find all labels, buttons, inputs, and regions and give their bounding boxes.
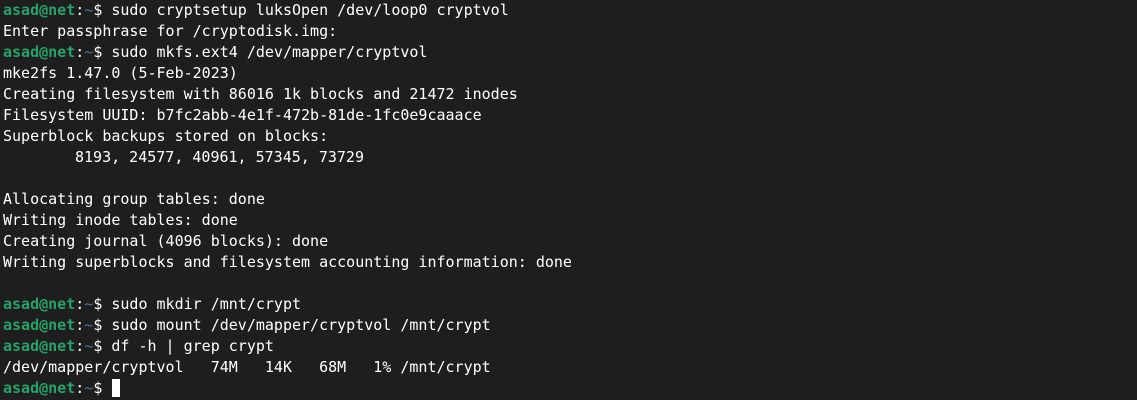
output-line: Enter passphrase for /cryptodisk.img: (3, 21, 1137, 42)
output-line: Superblock backups stored on blocks: (3, 126, 1137, 147)
command-line: asad@net:~$ sudo mkdir /mnt/crypt (3, 294, 1137, 315)
prompt-path: ~ (84, 295, 94, 313)
output-line: Creating filesystem with 86016 1k blocks… (3, 84, 1137, 105)
output-line: 8193, 24577, 40961, 57345, 73729 (3, 147, 1137, 168)
terminal-window[interactable]: asad@net:~$ sudo cryptsetup luksOpen /de… (0, 0, 1137, 400)
prompt-user-host: asad@net (3, 316, 76, 334)
output-text: mke2fs 1.47.0 (5-Feb-2023) (3, 64, 238, 82)
command-line: asad@net:~$ df -h | grep crypt (3, 336, 1137, 357)
prompt-user-host: asad@net (3, 1, 76, 19)
prompt-user-host: asad@net (3, 43, 76, 61)
output-line: /dev/mapper/cryptvol 74M 14K 68M 1% /mnt… (3, 357, 1137, 378)
command-line: asad@net:~$ sudo mount /dev/mapper/crypt… (3, 315, 1137, 336)
prompt-symbol: $ (93, 337, 103, 355)
prompt-separator: : (75, 1, 85, 19)
text-cursor[interactable] (112, 379, 121, 397)
prompt-user-host: asad@net (3, 337, 76, 355)
prompt-separator: : (75, 295, 85, 313)
output-text: Writing superblocks and filesystem accou… (3, 253, 572, 271)
output-line: Filesystem UUID: b7fc2abb-4e1f-472b-81de… (3, 105, 1137, 126)
prompt-symbol: $ (93, 379, 103, 397)
output-line: Writing superblocks and filesystem accou… (3, 252, 1137, 273)
prompt-path: ~ (84, 1, 94, 19)
prompt-separator: : (75, 43, 85, 61)
output-text: Enter passphrase for /cryptodisk.img: (3, 22, 338, 40)
prompt-separator: : (75, 379, 85, 397)
command-line: asad@net:~$ sudo cryptsetup luksOpen /de… (3, 0, 1137, 21)
command-text: sudo mkfs.ext4 /dev/mapper/cryptvol (102, 43, 428, 61)
output-line: Allocating group tables: done (3, 189, 1137, 210)
command-input[interactable] (102, 379, 111, 397)
prompt-separator: : (75, 337, 85, 355)
output-text: /dev/mapper/cryptvol 74M 14K 68M 1% /mnt… (3, 358, 491, 376)
command-line: asad@net:~$ (3, 378, 1137, 399)
prompt-user-host: asad@net (3, 379, 76, 397)
prompt-separator: : (75, 316, 85, 334)
output-text: Allocating group tables: done (3, 190, 265, 208)
command-text: df -h | grep crypt (102, 337, 274, 355)
prompt-path: ~ (84, 379, 94, 397)
command-text: sudo cryptsetup luksOpen /dev/loop0 cryp… (102, 1, 509, 19)
prompt-path: ~ (84, 316, 94, 334)
output-line: mke2fs 1.47.0 (5-Feb-2023) (3, 63, 1137, 84)
prompt-path: ~ (84, 43, 94, 61)
command-text: sudo mount /dev/mapper/cryptvol /mnt/cry… (102, 316, 491, 334)
prompt-symbol: $ (93, 1, 103, 19)
prompt-symbol: $ (93, 43, 103, 61)
output-text: 8193, 24577, 40961, 57345, 73729 (75, 148, 364, 166)
output-text: Superblock backups stored on blocks: (3, 127, 329, 145)
command-line: asad@net:~$ sudo mkfs.ext4 /dev/mapper/c… (3, 42, 1137, 63)
output-line: Writing inode tables: done (3, 210, 1137, 231)
command-text: sudo mkdir /mnt/crypt (102, 295, 302, 313)
output-text: Writing inode tables: done (3, 211, 238, 229)
prompt-symbol: $ (93, 316, 103, 334)
output-text: Filesystem UUID: b7fc2abb-4e1f-472b-81de… (3, 106, 482, 124)
output-text: Creating filesystem with 86016 1k blocks… (3, 85, 518, 103)
output-text: Creating journal (4096 blocks): done (3, 232, 329, 250)
prompt-symbol: $ (93, 295, 103, 313)
output-line: Creating journal (4096 blocks): done (3, 231, 1137, 252)
prompt-path: ~ (84, 337, 94, 355)
prompt-user-host: asad@net (3, 295, 76, 313)
